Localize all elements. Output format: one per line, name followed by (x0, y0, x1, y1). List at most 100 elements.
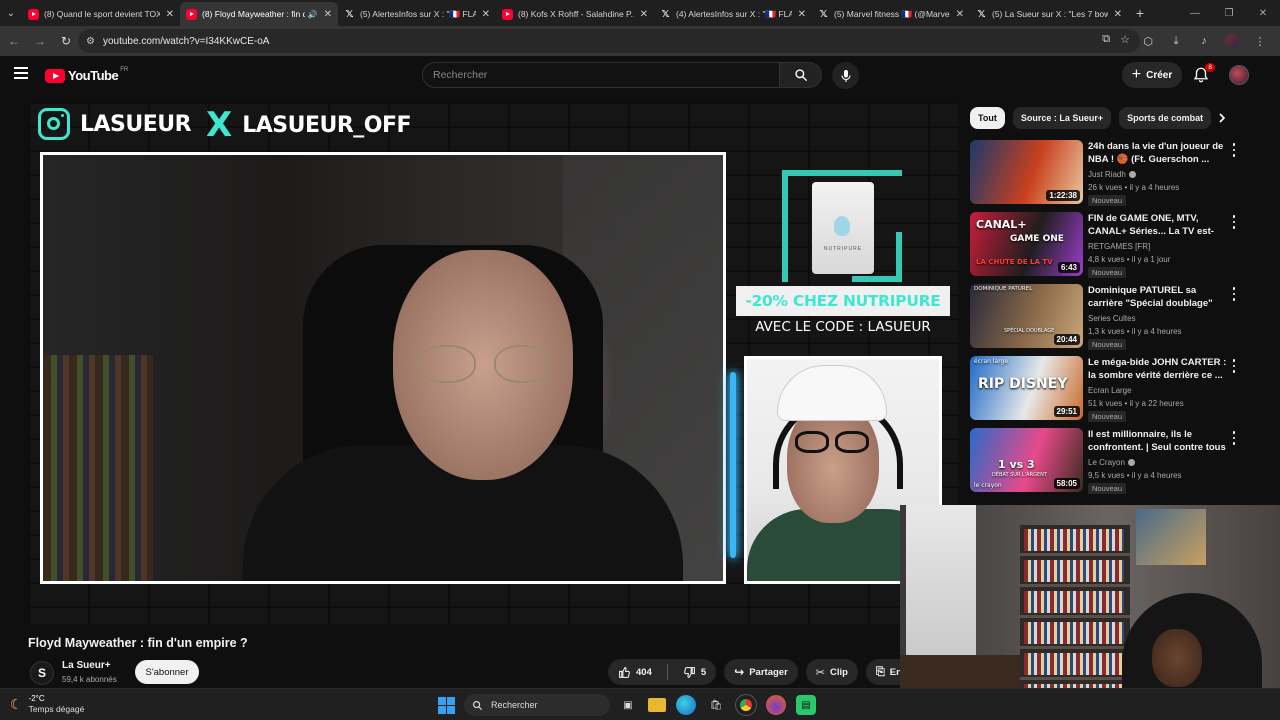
video-thumbnail[interactable]: 6:43 CANAL+ GAME ONE LA CHUTE DE LA TV (970, 212, 1083, 276)
host-glasses (418, 345, 558, 385)
file-explorer-icon[interactable] (648, 698, 666, 712)
menu-icon[interactable] (14, 67, 28, 79)
x-handle: LASUEUR_OFF (242, 112, 412, 138)
recommendation-title[interactable]: Dominique PATUREL sa carrière "Spécial d… (1088, 285, 1228, 310)
youtube-logo[interactable]: YouTube FR (45, 66, 129, 83)
weather-widget[interactable]: ☾ -2°C Temps dégagé (10, 693, 84, 715)
clip-button[interactable]: ✂ Clip (805, 659, 858, 685)
browser-tab[interactable]: (8) Quand le sport devient TOX ✕ (22, 2, 180, 26)
browser-tab[interactable]: (8) Kofs X Rohff - Salahdine P... ✕ (496, 2, 654, 26)
promo-line: -20% CHEZ NUTRIPURE (745, 292, 941, 310)
recommendation-title[interactable]: FIN de GAME ONE, MTV, CANAL+ Séries... L… (1088, 213, 1228, 238)
edge-icon[interactable] (676, 695, 696, 715)
chips-next-button[interactable] (1210, 107, 1234, 129)
reload-button[interactable]: ↻ (54, 29, 78, 53)
bookmark-star-icon[interactable]: ☆ (1120, 33, 1130, 46)
video-thumbnail[interactable]: 1:22:38 (970, 140, 1083, 204)
subscribe-button[interactable]: S'abonner (135, 660, 199, 684)
recommendation-meta: 1,3 k vues • il y a 4 heures (1088, 327, 1182, 336)
recommendation-title[interactable]: Il est millionnaire, ils le confrontent.… (1088, 429, 1228, 454)
recommendation-channel[interactable]: Series Cultes (1088, 314, 1136, 323)
logo-country: FR (120, 66, 129, 73)
more-options-icon[interactable] (1228, 358, 1240, 374)
forward-button[interactable]: → (28, 29, 52, 53)
chevron-right-icon (1219, 113, 1226, 123)
tab-search-dropdown[interactable]: ⌄ (0, 0, 22, 26)
url-text: youtube.com/watch?v=I34KKwCE-oA (102, 35, 270, 47)
notifications-button[interactable]: 8 (1192, 63, 1215, 86)
chrome-icon[interactable] (735, 694, 757, 716)
more-options-icon[interactable] (1228, 214, 1240, 230)
thumbnail-text: SPÉCIAL DOUBLAGE (1004, 328, 1055, 334)
screen: ⌄ (8) Quand le sport devient TOX ✕ (8) Flo… (0, 0, 1280, 720)
profile-avatar[interactable] (1222, 31, 1242, 51)
browser-tab[interactable]: 𝕏 (4) AlertesInfos sur X : "🇫🇷 FLAS ✕ (654, 2, 812, 26)
temperature: -2°C (28, 694, 45, 703)
video-title: Floyd Mayweather : fin d'un empire ? (28, 636, 248, 650)
recommendation-channel[interactable]: Le Crayon (1088, 458, 1125, 467)
firefox-icon[interactable] (766, 695, 786, 715)
more-options-icon[interactable] (1228, 286, 1240, 302)
share-button[interactable]: ↪ Partager (724, 659, 798, 685)
install-app-icon[interactable]: ⧉ (1102, 33, 1110, 46)
search-button[interactable] (780, 62, 822, 88)
browser-menu-icon[interactable]: ⋮ (1250, 31, 1270, 51)
back-button[interactable]: ← (2, 29, 26, 53)
download-icon[interactable]: ⤓ (1166, 31, 1186, 51)
recommendation-channel[interactable]: Ecran Large (1088, 386, 1132, 395)
app-icon[interactable]: ▤ (796, 695, 816, 715)
create-button[interactable]: + Créer (1122, 62, 1182, 88)
like-button[interactable]: 404 (608, 659, 662, 685)
speaker-icon[interactable]: 🔊 (308, 10, 318, 19)
site-info-icon[interactable]: ⚙ (86, 36, 95, 47)
filter-chip[interactable]: Tout (970, 107, 1005, 129)
filter-chip[interactable]: Source : La Sueur+ (1012, 107, 1112, 129)
more-options-icon[interactable] (1228, 430, 1240, 446)
minimize-icon[interactable]: — (1178, 0, 1212, 26)
recommendation-item[interactable]: 6:43 CANAL+ GAME ONE LA CHUTE DE LA TV FIN… (970, 212, 1250, 278)
recommendation-title[interactable]: 24h dans la vie d'un joueur de NBA ! 🏀 (… (1088, 141, 1228, 166)
recommendation-item[interactable]: 1:22:38 24h dans la vie d'un joueur de N… (970, 140, 1250, 206)
video-thumbnail[interactable]: 29:51 écran large RIP DISNEY (970, 356, 1083, 420)
close-tab-icon[interactable]: ✕ (1114, 9, 1122, 20)
more-options-icon[interactable] (1228, 142, 1240, 158)
recommendation-title[interactable]: Le méga-bide JOHN CARTER : la sombre vér… (1088, 357, 1228, 382)
close-tab-icon[interactable]: ✕ (956, 9, 964, 20)
channel-avatar[interactable]: S (30, 661, 54, 685)
extensions-icon[interactable]: ⬡ (1138, 31, 1158, 51)
task-view-icon[interactable]: ▣ (618, 695, 638, 715)
video-thumbnail[interactable]: 20:44 DOMINIQUE PATUREL SPÉCIAL DOUBLAGE (970, 284, 1083, 348)
channel-name[interactable]: La Sueur+ (62, 660, 111, 671)
media-controls-icon[interactable]: ♪ (1194, 31, 1214, 51)
close-tab-icon[interactable]: ✕ (324, 9, 332, 20)
video-thumbnail[interactable]: 58:05 1 vs 3 DÉBAT SUR L'ARGENT le crayon (970, 428, 1083, 492)
close-tab-icon[interactable]: ✕ (640, 9, 648, 20)
search-input[interactable]: Rechercher (422, 62, 780, 88)
recommendation-item[interactable]: 58:05 1 vs 3 DÉBAT SUR L'ARGENT le crayon … (970, 428, 1250, 494)
recommendation-channel[interactable]: RETGAMES [FR] (1088, 242, 1150, 251)
address-bar[interactable]: ⚙ youtube.com/watch?v=I34KKwCE-oA ⧉ ☆ (78, 29, 1140, 53)
thumbnail-text: RIP DISNEY (978, 376, 1068, 392)
store-icon[interactable]: 🛍 (706, 695, 726, 715)
close-tab-icon[interactable]: ✕ (798, 9, 806, 20)
close-window-icon[interactable]: ✕ (1246, 0, 1280, 26)
recommendation-item[interactable]: 29:51 écran large RIP DISNEY Le méga-bide… (970, 356, 1250, 422)
account-avatar[interactable] (1229, 65, 1249, 85)
video-player[interactable]: LASUEUR X LASUEUR_OFF NUTRIPURE -20% CHE… (28, 102, 958, 624)
new-tab-button[interactable]: + (1128, 1, 1152, 25)
recommendation-channel[interactable]: Just Riadh (1088, 170, 1126, 179)
browser-tab[interactable]: 𝕏 (5) La Sueur sur X : "Les 7 bow ✕ (970, 2, 1128, 26)
browser-tab[interactable]: 𝕏 (5) AlertesInfos sur X : "🇫🇷 FLAS ✕ (338, 2, 496, 26)
voice-search-button[interactable] (832, 62, 859, 89)
restore-icon[interactable]: ❐ (1212, 0, 1246, 26)
close-tab-icon[interactable]: ✕ (166, 9, 174, 20)
filter-chip[interactable]: Sports de combat (1119, 107, 1212, 129)
youtube-icon (186, 8, 197, 20)
taskbar-search[interactable]: Rechercher (464, 694, 610, 716)
dislike-button[interactable]: 5 (673, 659, 716, 685)
recommendation-item[interactable]: 20:44 DOMINIQUE PATUREL SPÉCIAL DOUBLAGE … (970, 284, 1250, 350)
browser-tab[interactable]: (8) Floyd Mayweather : fin d 🔊 ✕ (180, 2, 338, 26)
windows-start-icon[interactable] (438, 697, 455, 714)
close-tab-icon[interactable]: ✕ (482, 9, 490, 20)
browser-tab[interactable]: 𝕏 (5) Marvel fitness 🇫🇷 (@Marvel_ ✕ (812, 2, 970, 26)
